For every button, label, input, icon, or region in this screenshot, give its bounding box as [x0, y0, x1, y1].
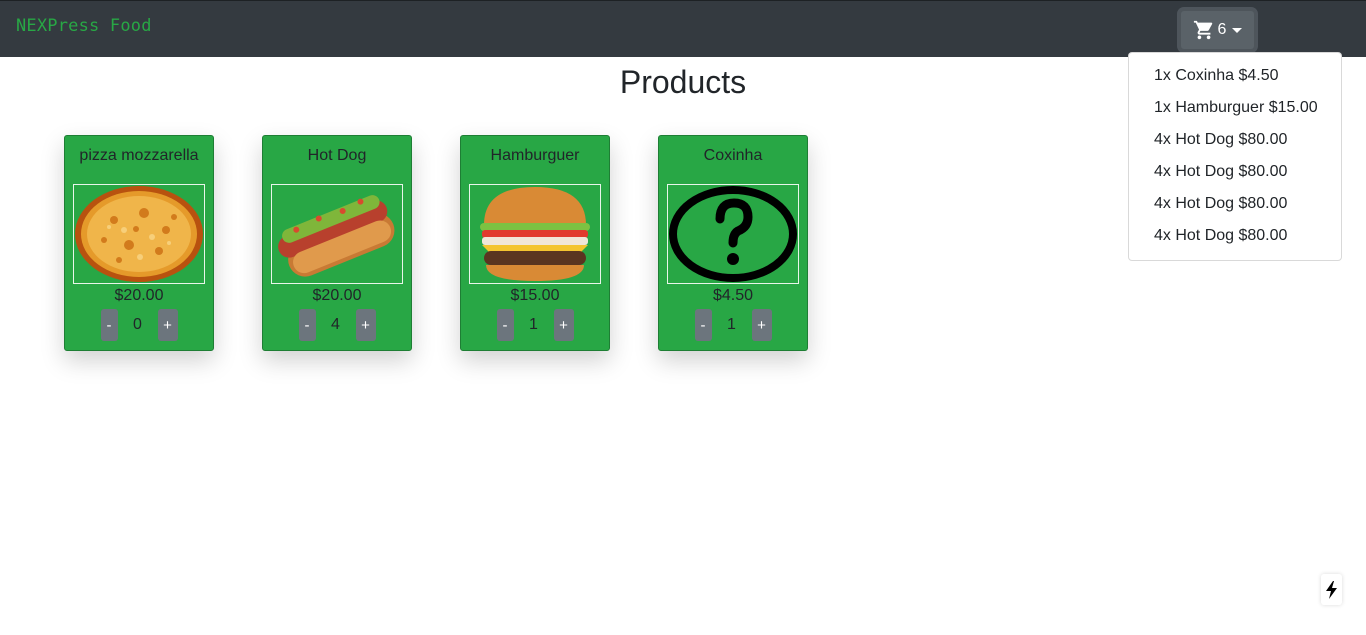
quantity-value: 0: [133, 316, 142, 333]
increase-button[interactable]: +: [553, 309, 574, 341]
cart-item[interactable]: 4x Hot Dog $80.00: [1129, 188, 1341, 220]
quantity-value: 1: [529, 316, 538, 333]
product-card-hamburger: Hamburguer $15.00 - 1 +: [460, 135, 610, 351]
quantity-value: 1: [727, 316, 736, 333]
quantity-stepper: - 1 +: [461, 309, 609, 341]
product-name: pizza mozzarella: [79, 147, 199, 164]
quantity-stepper: - 1 +: [659, 309, 807, 341]
hamburger-image: [469, 184, 601, 284]
increase-button[interactable]: +: [355, 309, 376, 341]
product-card-pizza: pizza mozzarella $20.00 - 0 +: [64, 135, 214, 351]
decrease-button[interactable]: -: [298, 309, 316, 341]
decrease-button[interactable]: -: [496, 309, 514, 341]
cart-item[interactable]: 4x Hot Dog $80.00: [1129, 124, 1341, 156]
quantity-value: 4: [331, 316, 340, 333]
hot-dog-image: [271, 184, 403, 284]
cart-dropdown-button[interactable]: 6: [1179, 9, 1256, 51]
cart-item[interactable]: 4x Hot Dog $80.00: [1129, 220, 1341, 252]
page-title: Products: [619, 64, 747, 100]
increase-button[interactable]: +: [157, 309, 178, 341]
product-name: Hot Dog: [307, 147, 367, 164]
decrease-button[interactable]: -: [694, 309, 712, 341]
cart-icon: [1193, 19, 1215, 41]
pizza-image: [73, 184, 205, 284]
product-card-coxinha: Coxinha $4.50 - 1 +: [658, 135, 808, 351]
product-name: Hamburguer: [490, 147, 580, 164]
product-card-hot-dog: Hot Dog $20.00 - 4 +: [262, 135, 412, 351]
lightning-bolt-icon[interactable]: [1321, 574, 1342, 605]
question-mark-image: [667, 184, 799, 284]
product-price: $15.00: [510, 287, 560, 304]
decrease-button[interactable]: -: [100, 309, 118, 341]
cart-item[interactable]: 4x Hot Dog $80.00: [1129, 156, 1341, 188]
quantity-stepper: - 4 +: [263, 309, 411, 341]
increase-button[interactable]: +: [751, 309, 772, 341]
brand-logo[interactable]: NEXPress Food: [16, 16, 152, 36]
product-price: $20.00: [312, 287, 362, 304]
caret-down-icon: [1232, 27, 1243, 33]
product-price: $4.50: [712, 287, 754, 304]
quantity-stepper: - 0 +: [65, 309, 213, 341]
navbar: NEXPress Food 6: [0, 0, 1366, 57]
product-name: Coxinha: [703, 147, 763, 164]
product-price: $20.00: [114, 287, 164, 304]
cart-count: 6: [1217, 21, 1227, 38]
